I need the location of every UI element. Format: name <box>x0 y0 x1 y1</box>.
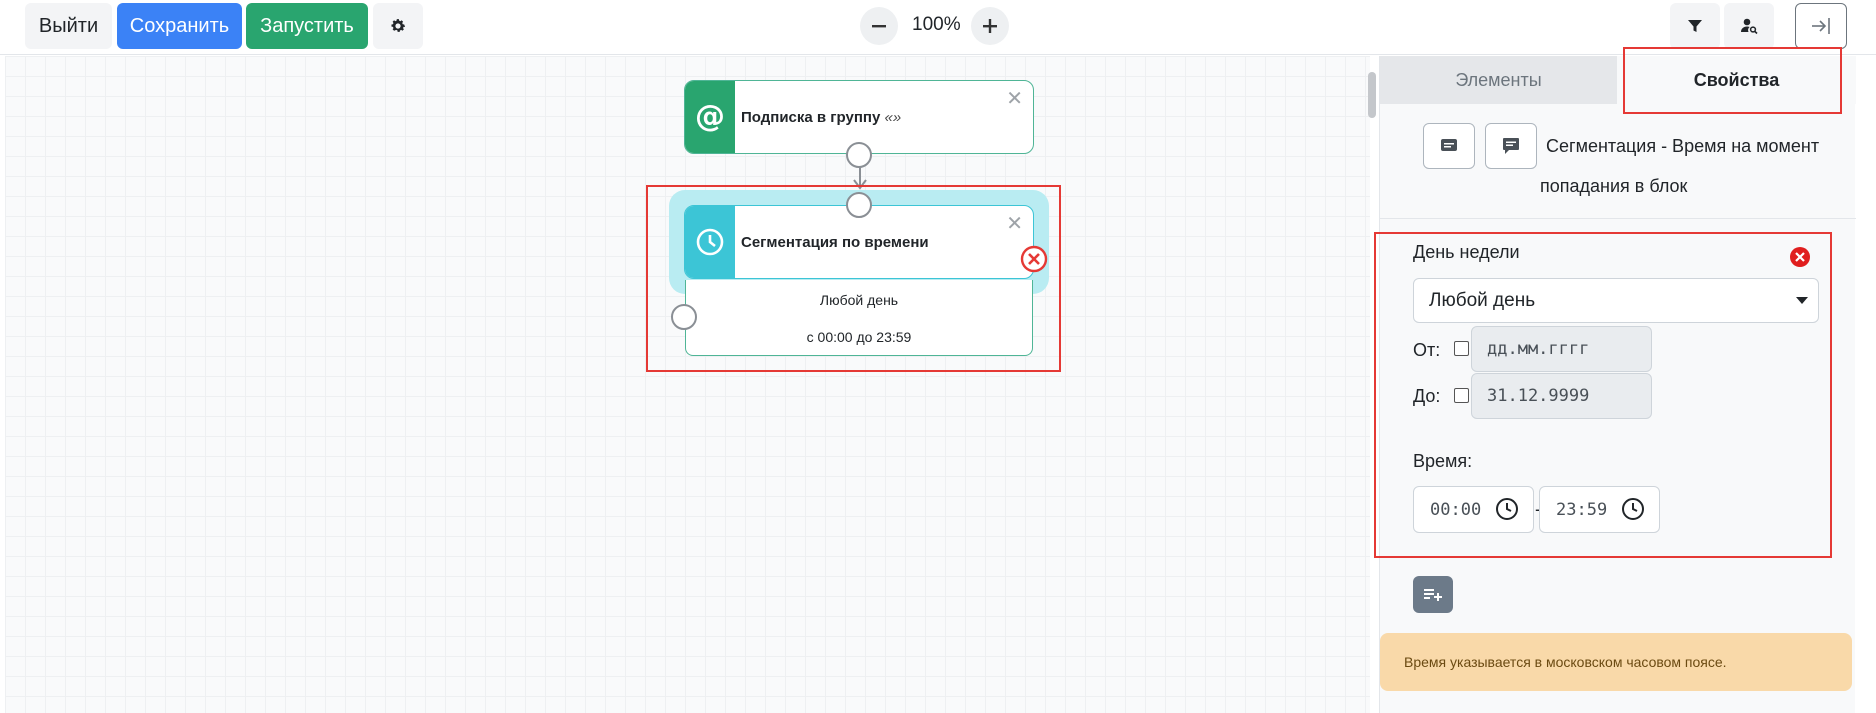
save-button[interactable]: Сохранить <box>117 3 242 49</box>
panel-divider <box>1380 218 1856 219</box>
plus-icon <box>983 19 997 33</box>
highlight-properties-tab <box>1623 47 1842 114</box>
tab-elements[interactable]: Элементы <box>1380 56 1617 104</box>
zoom-in-button[interactable] <box>971 7 1009 45</box>
timezone-notice: Время указывается в московском часовом п… <box>1380 633 1852 691</box>
playlist-add-icon <box>1424 588 1442 601</box>
canvas-scrollbar[interactable] <box>1368 72 1376 118</box>
node-subscription-title: Подписка в группу «» <box>741 109 902 126</box>
node-subscription-output-port[interactable] <box>846 142 872 168</box>
highlight-form-box <box>1374 232 1832 558</box>
top-toolbar: Выйти Сохранить Запустить 100% <box>0 0 1876 55</box>
zoom-level: 100% <box>912 14 961 35</box>
zoom-out-button[interactable] <box>860 7 898 45</box>
exit-button[interactable]: Выйти <box>25 3 112 49</box>
node-close-icon[interactable]: ✕ <box>1006 89 1023 109</box>
comment-button[interactable] <box>1423 123 1475 169</box>
at-icon: @ <box>685 81 735 153</box>
arrow-to-right-icon <box>1812 18 1830 34</box>
minus-icon <box>872 25 886 28</box>
user-search-icon <box>1741 18 1758 35</box>
filter-button[interactable] <box>1670 3 1720 49</box>
highlight-node-box <box>646 185 1061 372</box>
comment-icon <box>1441 139 1457 151</box>
panel-header-text: Сегментация - Время на момент попадания … <box>1540 136 1820 196</box>
run-button[interactable]: Запустить <box>246 3 368 49</box>
chat-icon <box>1503 138 1519 154</box>
collapse-panel-button[interactable] <box>1795 3 1847 49</box>
flow-canvas[interactable] <box>5 56 1370 713</box>
note-button[interactable] <box>1485 123 1537 169</box>
user-search-button[interactable] <box>1724 3 1774 49</box>
gear-icon <box>391 19 406 32</box>
settings-button[interactable] <box>373 3 423 49</box>
svg-text:@: @ <box>695 100 725 134</box>
add-condition-button[interactable] <box>1413 576 1453 613</box>
filter-icon <box>1688 20 1702 32</box>
